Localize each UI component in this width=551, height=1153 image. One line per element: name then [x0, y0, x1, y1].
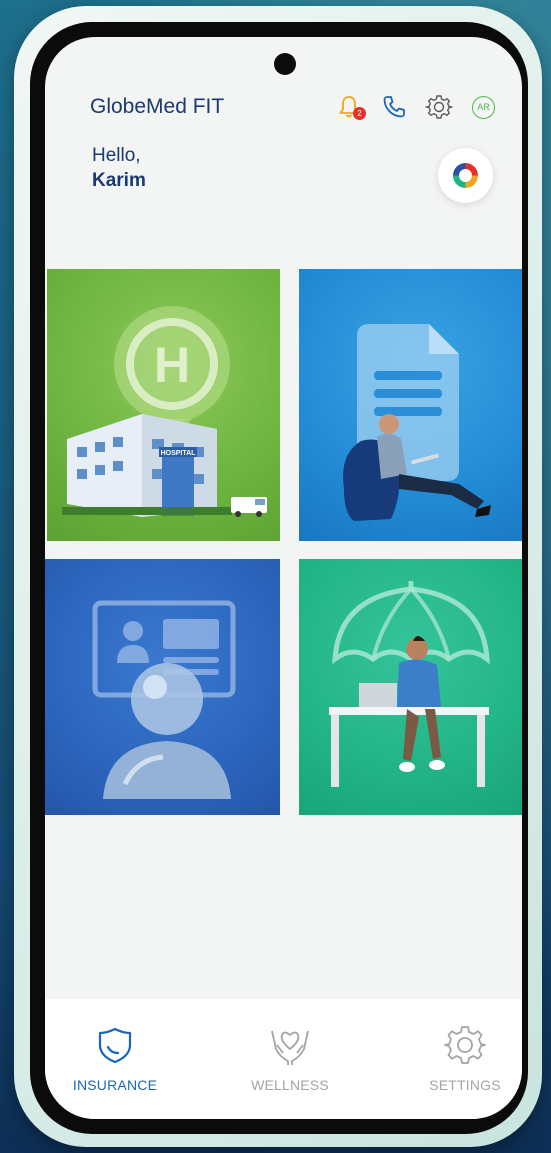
coverage-tile[interactable] — [299, 559, 522, 815]
greeting-hello: Hello, — [92, 145, 141, 166]
greeting: Hello, Karim — [92, 143, 146, 193]
claims-tile[interactable] — [299, 269, 522, 541]
camera-hole — [274, 53, 296, 75]
nav-insurance[interactable]: INSURANCE — [50, 1023, 180, 1093]
globemed-logo-icon — [453, 163, 478, 188]
notifications-button[interactable]: 2 — [335, 93, 366, 121]
svg-text:H: H — [154, 337, 190, 393]
nav-wellness[interactable]: WELLNESS — [225, 1023, 355, 1093]
document-icon — [343, 324, 491, 521]
nav-settings-label: SETTINGS — [429, 1077, 501, 1093]
nav-wellness-label: WELLNESS — [251, 1077, 329, 1093]
hospital-icon: H HOSPITAL — [62, 306, 267, 517]
svg-text:HOSPITAL: HOSPITAL — [161, 450, 197, 457]
settings-button[interactable] — [425, 93, 453, 121]
phone-screen: GlobeMed FIT 2 AR Hello, Karim H HOSPITA… — [45, 37, 522, 1119]
call-button[interactable] — [380, 93, 408, 121]
shield-icon — [98, 1027, 132, 1064]
bottom-nav: INSURANCE WELLNESS SETTINGS — [45, 999, 522, 1119]
id-card-tile[interactable] — [45, 559, 280, 815]
hospital-tile[interactable]: H HOSPITAL — [47, 269, 280, 541]
phone-icon — [383, 96, 405, 118]
nav-settings[interactable]: SETTINGS — [400, 1023, 522, 1093]
id-card-icon — [92, 600, 236, 799]
language-toggle[interactable]: AR — [472, 96, 495, 119]
header-actions: 2 AR — [335, 93, 505, 123]
assistant-button[interactable] — [438, 148, 493, 203]
gear-icon — [425, 95, 453, 119]
notification-badge: 2 — [353, 107, 366, 120]
app-title: GlobeMed FIT — [90, 95, 225, 118]
gear-icon — [444, 1026, 486, 1064]
umbrella-icon — [329, 581, 490, 787]
user-name: Karim — [92, 170, 146, 191]
nav-insurance-label: INSURANCE — [72, 1077, 158, 1093]
heart-hands-icon — [271, 1030, 309, 1065]
